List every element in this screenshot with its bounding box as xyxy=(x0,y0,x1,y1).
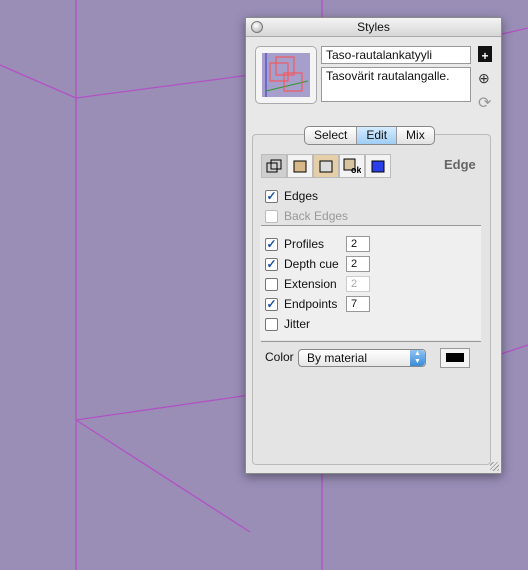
tab-edit[interactable]: Edit xyxy=(357,127,398,144)
mode-tabs: Select Edit Mix xyxy=(304,126,435,145)
endpoints-input[interactable]: 7 xyxy=(346,296,370,312)
divider xyxy=(261,341,481,342)
edge-settings-icon[interactable] xyxy=(261,154,287,178)
svg-text:ok: ok xyxy=(351,165,361,174)
endpoints-checkbox[interactable]: ✓ xyxy=(265,297,278,311)
style-name-input[interactable]: Taso-rautalankatyyli xyxy=(321,46,471,64)
color-select[interactable]: By material ▲ ▼ xyxy=(298,349,426,367)
jitter-option[interactable]: Jitter xyxy=(265,316,310,332)
window-title: Styles xyxy=(357,20,390,34)
swatch-color xyxy=(446,353,464,362)
endpoints-label: Endpoints xyxy=(284,297,338,311)
profiles-width-input[interactable]: 2 xyxy=(346,236,370,252)
style-description-input[interactable]: Tasovärit rautalangalle. xyxy=(321,67,471,102)
background-settings-icon[interactable] xyxy=(313,154,339,178)
endpoints-option[interactable]: ✓ Endpoints xyxy=(265,296,337,312)
depth-cue-label: Depth cue xyxy=(284,257,339,271)
title-bar[interactable]: Styles xyxy=(246,18,501,37)
update-style-icon[interactable]: ⟳ xyxy=(478,93,492,112)
profiles-checkbox[interactable]: ✓ xyxy=(265,237,278,251)
watermark-settings-icon[interactable]: ok xyxy=(339,154,365,178)
color-label: Color xyxy=(265,350,294,364)
extension-option[interactable]: Extension xyxy=(265,276,337,292)
extension-input[interactable]: 2 xyxy=(346,276,370,292)
section-title: Edge xyxy=(444,157,476,172)
extension-checkbox[interactable] xyxy=(265,277,278,291)
modeling-settings-icon[interactable] xyxy=(365,154,391,178)
close-button[interactable] xyxy=(251,21,263,33)
color-select-value: By material xyxy=(307,351,368,365)
depth-cue-checkbox[interactable]: ✓ xyxy=(265,257,278,271)
back-edges-checkbox[interactable] xyxy=(265,209,278,223)
jitter-label: Jitter xyxy=(284,317,311,331)
profiles-option[interactable]: ✓ Profiles xyxy=(265,236,324,252)
select-arrows-icon: ▲ ▼ xyxy=(410,350,425,366)
extension-label: Extension xyxy=(284,277,337,291)
tab-mix[interactable]: Mix xyxy=(397,127,434,144)
back-edges-option[interactable]: Back Edges xyxy=(265,208,348,224)
jitter-checkbox[interactable] xyxy=(265,317,278,331)
face-settings-icon[interactable] xyxy=(287,154,313,178)
tab-select[interactable]: Select xyxy=(305,127,358,144)
create-style-icon[interactable]: ⊕ xyxy=(478,70,492,86)
edges-option[interactable]: ✓ Edges xyxy=(265,188,318,204)
style-preview-icon xyxy=(262,53,310,97)
resize-grip[interactable] xyxy=(490,462,499,471)
color-swatch[interactable] xyxy=(440,348,470,368)
style-thumbnail xyxy=(255,46,317,104)
edges-label: Edges xyxy=(284,189,319,203)
settings-icon-bar: ok xyxy=(261,154,391,178)
depth-cue-input[interactable]: 2 xyxy=(346,256,370,272)
styles-window: Styles Taso-rautalankatyyli Tasovärit ra… xyxy=(245,17,502,474)
back-edges-label: Back Edges xyxy=(284,209,349,223)
profiles-label: Profiles xyxy=(284,237,325,251)
depth-cue-option[interactable]: ✓ Depth cue xyxy=(265,256,339,272)
edges-checkbox[interactable]: ✓ xyxy=(265,189,278,203)
details-menu-icon[interactable]: + xyxy=(478,46,492,63)
